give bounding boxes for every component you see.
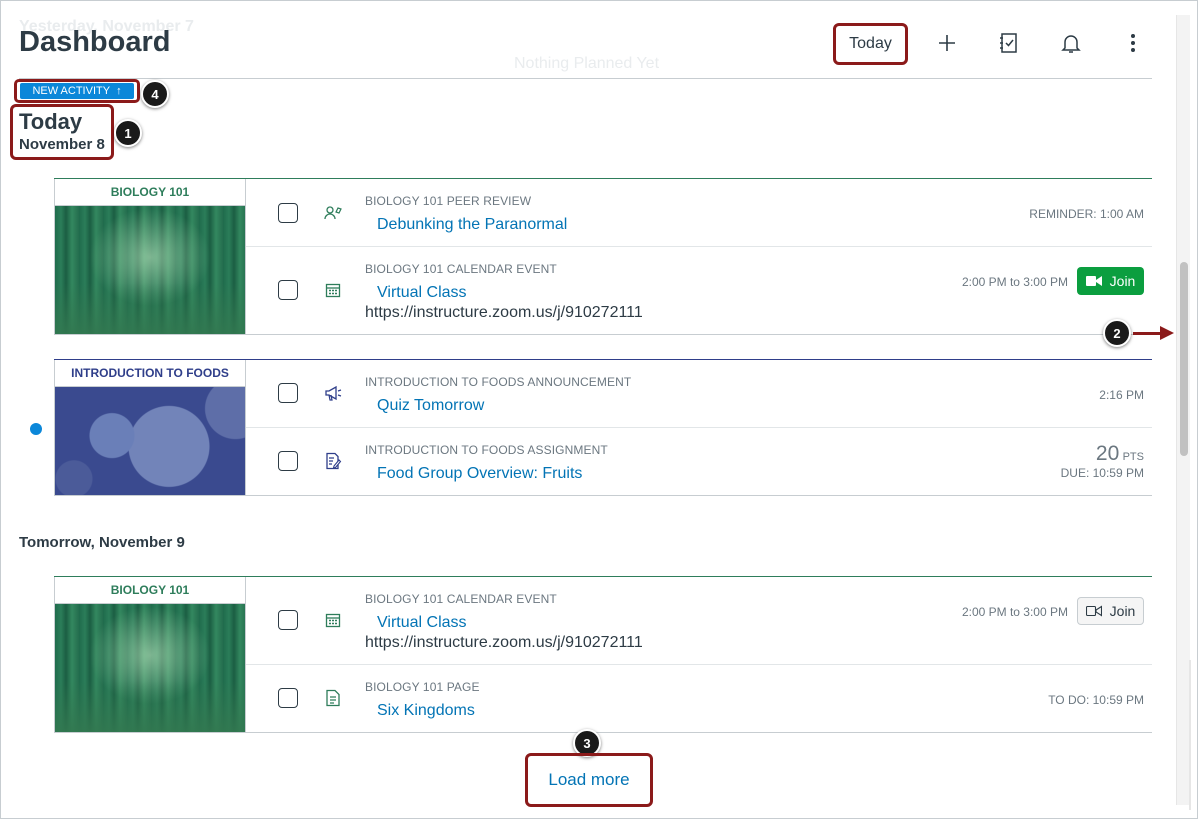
planner-item: BIOLOGY 101 CALENDAR EVENT Virtual Class…	[246, 247, 1152, 335]
item-points: 20 PTS	[1096, 442, 1144, 466]
item-title-link[interactable]: Quiz Tomorrow	[377, 397, 484, 415]
item-todo-time: TO DO: 10:59 PM	[1048, 693, 1144, 707]
scrollbar-thumb[interactable]	[1180, 262, 1188, 456]
load-more-highlight: Load more	[525, 753, 653, 807]
course-name: BIOLOGY 101	[55, 577, 245, 604]
item-type: BIOLOGY 101 CALENDAR EVENT	[365, 262, 557, 276]
course-group-biology: BIOLOGY 101 BIOLOGY 101 CALENDAR EVENT V…	[54, 576, 1152, 733]
course-group-biology: BIOLOGY 101 BIOLOGY 101 PEER REVIEW Debu…	[54, 178, 1152, 335]
points-value: 20	[1095, 442, 1120, 465]
item-reminder: REMINDER: 1:00 AM	[1029, 207, 1144, 221]
page-icon	[324, 689, 342, 707]
item-url: https://instructure.zoom.us/j/910272111	[365, 304, 643, 321]
item-time: 2:00 PM to 3:00 PM	[961, 605, 1068, 619]
points-unit: PTS	[1122, 451, 1144, 463]
today-button[interactable]: Today	[833, 23, 908, 65]
item-time: 2:16 PM	[1099, 388, 1144, 402]
item-title-link[interactable]: Six Kingdoms	[377, 702, 475, 720]
item-title-link[interactable]: Debunking the Paranormal	[377, 216, 567, 234]
video-icon	[1085, 605, 1102, 617]
callout-2: 2	[1103, 319, 1131, 347]
course-image	[55, 387, 245, 495]
calendar-icon	[324, 281, 342, 299]
item-type: BIOLOGY 101 PEER REVIEW	[365, 194, 532, 208]
course-card[interactable]: BIOLOGY 101	[54, 577, 246, 732]
planner-item: BIOLOGY 101 CALENDAR EVENT Virtual Class…	[246, 577, 1152, 665]
course-image	[55, 206, 245, 334]
item-time: 2:00 PM to 3:00 PM	[961, 275, 1068, 289]
item-url: https://instructure.zoom.us/j/910272111	[365, 634, 643, 651]
plus-icon[interactable]	[934, 30, 960, 56]
callout-arrow-line	[1133, 332, 1163, 335]
planner-item: INTRODUCTION TO FOODS ASSIGNMENT Food Gr…	[246, 428, 1152, 496]
day-heading: Tomorrow, November 9	[19, 534, 185, 551]
complete-checkbox[interactable]	[278, 383, 298, 403]
callout-arrow-head	[1160, 326, 1174, 340]
course-image	[55, 604, 245, 732]
planner-item: BIOLOGY 101 PEER REVIEW Debunking the Pa…	[246, 179, 1152, 247]
callout-1: 1	[114, 119, 142, 147]
join-label: Join	[1109, 603, 1136, 619]
item-type: BIOLOGY 101 CALENDAR EVENT	[365, 592, 557, 606]
more-vertical-icon[interactable]	[1120, 30, 1146, 56]
complete-checkbox[interactable]	[278, 688, 298, 708]
calendar-icon	[324, 611, 342, 629]
todo-list-icon[interactable]	[996, 30, 1022, 56]
complete-checkbox[interactable]	[278, 203, 298, 223]
item-type: INTRODUCTION TO FOODS ASSIGNMENT	[365, 443, 608, 457]
item-title-link[interactable]: Food Group Overview: Fruits	[377, 465, 582, 483]
course-name: INTRODUCTION TO FOODS	[55, 360, 245, 387]
item-type: INTRODUCTION TO FOODS ANNOUNCEMENT	[365, 375, 632, 389]
new-activity-label: NEW ACTIVITY	[32, 85, 111, 97]
new-activity-dot	[30, 423, 42, 435]
peer-review-icon	[324, 204, 342, 222]
new-activity-button[interactable]: NEW ACTIVITY ↑	[20, 83, 134, 99]
course-card[interactable]: INTRODUCTION TO FOODS	[54, 360, 246, 495]
announcement-icon	[324, 384, 342, 402]
course-card[interactable]: BIOLOGY 101	[54, 179, 246, 334]
ghost-empty-message: Nothing Planned Yet	[514, 55, 660, 72]
complete-checkbox[interactable]	[278, 451, 298, 471]
page-title: Dashboard	[19, 26, 171, 58]
day-date: November 8	[19, 136, 105, 153]
planner-item: INTRODUCTION TO FOODS ANNOUNCEMENT Quiz …	[246, 360, 1152, 428]
arrow-up-icon: ↑	[116, 85, 122, 97]
course-group-foods: INTRODUCTION TO FOODS INTRODUCTION TO FO…	[54, 359, 1152, 496]
complete-checkbox[interactable]	[278, 610, 298, 630]
complete-checkbox[interactable]	[278, 280, 298, 300]
scrollbar-divider	[1189, 660, 1191, 810]
planner-item: BIOLOGY 101 PAGE Six Kingdoms TO DO: 10:…	[246, 665, 1152, 733]
join-label: Join	[1109, 273, 1136, 289]
assignment-icon	[324, 452, 342, 470]
new-activity-highlight: NEW ACTIVITY ↑	[14, 79, 140, 103]
join-button[interactable]: Join	[1077, 597, 1144, 625]
item-due: DUE: 10:59 PM	[1060, 466, 1144, 480]
day-label: Today	[19, 109, 83, 134]
item-title-link[interactable]: Virtual Class	[377, 284, 467, 302]
item-type: BIOLOGY 101 PAGE	[365, 680, 480, 694]
item-title-link[interactable]: Virtual Class	[377, 614, 467, 632]
load-more-button[interactable]: Load more	[548, 770, 629, 790]
bell-icon[interactable]	[1058, 30, 1084, 56]
course-name: BIOLOGY 101	[55, 179, 245, 206]
callout-4: 4	[141, 80, 169, 108]
join-button[interactable]: Join	[1077, 267, 1144, 295]
header-divider	[19, 78, 1152, 79]
video-icon	[1085, 276, 1102, 286]
